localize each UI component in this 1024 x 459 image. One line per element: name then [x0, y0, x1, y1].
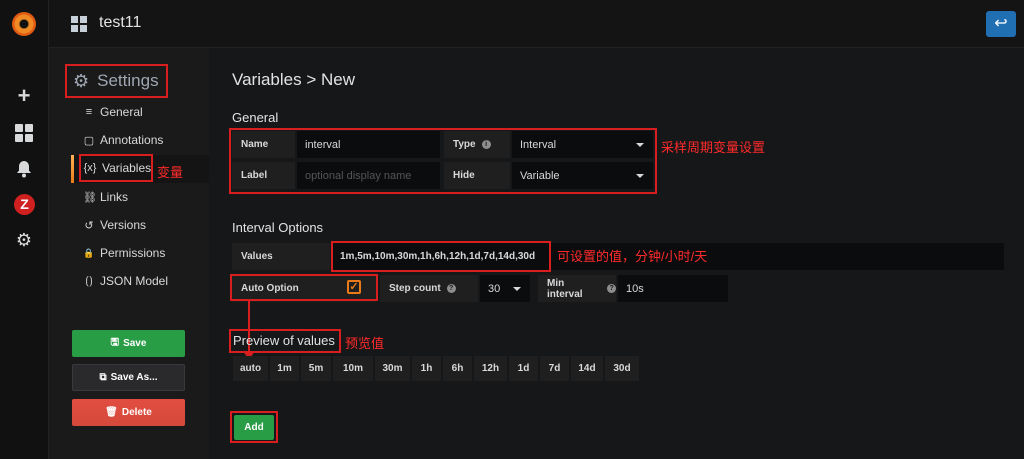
trash-icon: 🗑 — [105, 407, 118, 418]
sliders-icon: ≡ — [85, 106, 93, 118]
general-section-title: General — [232, 110, 279, 125]
min-interval-label-text: Min interval — [547, 277, 583, 300]
min-interval-input[interactable]: 10s — [618, 275, 728, 302]
delete-label: Delete — [121, 407, 152, 418]
gear-icon[interactable]: ⚙ — [15, 231, 33, 249]
sidebar-item-label: Versions — [100, 218, 147, 232]
interval-options-title: Interval Options — [232, 220, 324, 235]
save-label: Save — [123, 338, 147, 349]
values-highlight-box — [331, 241, 551, 272]
preview-value: 6h — [443, 356, 472, 381]
variable-editor: Variables > New General Name interval Ty… — [209, 48, 1024, 459]
bell-icon[interactable] — [15, 160, 33, 178]
code-icon: ⟮⟯ — [85, 274, 93, 287]
settings-sidebar: ⚙ Settings ≡ General ▢ Annotations {x} V… — [49, 48, 209, 459]
preview-highlight-box — [229, 329, 341, 353]
sidebar-item-permissions[interactable]: 🔒 Permissions — [83, 246, 165, 260]
preview-value: 1d — [509, 356, 538, 381]
general-highlight-box — [229, 128, 657, 194]
copy-icon: ⧉ — [99, 372, 107, 383]
min-interval-label: Min interval ? — [538, 275, 616, 302]
help-icon: ? — [446, 284, 456, 293]
sidebar-item-links[interactable]: ⛓ Links — [83, 190, 128, 204]
variables-highlight-box — [79, 154, 153, 182]
preview-value: 10m — [333, 356, 373, 381]
preview-value: auto — [233, 356, 268, 381]
help-icon: ? — [607, 284, 616, 293]
sidebar-item-label: JSON Model — [100, 274, 169, 288]
values-annotation: 可设置的值，分钟/小时/天 — [557, 249, 708, 264]
active-item-indicator — [71, 155, 74, 183]
values-label: Values — [232, 243, 330, 270]
comment-icon: ▢ — [83, 134, 95, 147]
save-icon: 🖫 — [110, 337, 120, 348]
dashboards-grid-icon[interactable] — [15, 124, 33, 142]
general-annotation: 采样周期变量设置 — [661, 140, 766, 155]
sidebar-item-label: Permissions — [100, 246, 166, 260]
preview-value: 30d — [605, 356, 639, 381]
auto-option-highlight-box — [230, 274, 378, 301]
page-title: Variables > New — [232, 70, 355, 89]
preview-value: 12h — [474, 356, 507, 381]
save-as-button[interactable]: ⧉ Save As... — [72, 364, 185, 391]
preview-value: 1m — [270, 356, 299, 381]
sidebar-item-general[interactable]: ≡ General — [83, 105, 143, 119]
preview-annotation: 预览值 — [345, 336, 385, 351]
history-icon: ↺ — [84, 219, 94, 232]
grafana-app: + Z ⚙ test11 ↩ ⚙ Settings ≡ General ▢ An… — [0, 0, 1024, 459]
dashboard-grid-icon — [71, 16, 87, 32]
save-as-label: Save As... — [110, 372, 158, 383]
preview-value: 30m — [375, 356, 410, 381]
plus-icon[interactable]: + — [15, 85, 33, 107]
sidebar-item-json-model[interactable]: ⟮⟯ JSON Model — [83, 274, 168, 288]
step-count-select[interactable]: 30 — [480, 275, 530, 302]
back-arrow-icon: ↩ — [994, 15, 1008, 32]
settings-heading: ⚙ Settings — [65, 64, 168, 98]
preview-value: 1h — [412, 356, 441, 381]
add-highlight-box — [230, 411, 278, 443]
dashboard-title[interactable]: test11 — [99, 14, 141, 32]
grafana-logo-icon[interactable] — [12, 12, 36, 36]
delete-button[interactable]: 🗑 Delete — [72, 399, 185, 426]
sidebar-item-label: Annotations — [100, 133, 164, 147]
lock-icon: 🔒 — [83, 247, 95, 258]
step-count-label-text: Step count — [389, 283, 441, 294]
sidebar-item-versions[interactable]: ↺ Versions — [83, 218, 146, 232]
sidebar-item-label: General — [100, 105, 143, 119]
save-button[interactable]: 🖫 Save — [72, 330, 185, 357]
sidebar-item-annotations[interactable]: ▢ Annotations — [83, 133, 164, 147]
navbar: test11 ↩ — [49, 0, 1024, 48]
preview-value: 5m — [301, 356, 331, 381]
preview-value: 14d — [571, 356, 603, 381]
back-to-dashboard-button[interactable]: ↩ — [986, 11, 1016, 37]
settings-heading-text: Settings — [97, 71, 159, 90]
side-menu-rail: + Z ⚙ — [0, 0, 49, 459]
gear-icon: ⚙ — [73, 70, 90, 91]
sidebar-item-label: Links — [100, 190, 129, 204]
link-icon: ⛓ — [83, 191, 97, 204]
chevron-down-icon — [513, 287, 521, 291]
variables-annotation: 变量 — [157, 165, 184, 180]
zabbix-icon[interactable]: Z — [14, 194, 35, 215]
preview-value: 7d — [540, 356, 569, 381]
step-count-value: 30 — [488, 282, 501, 295]
step-count-label: Step count ? — [380, 275, 478, 302]
